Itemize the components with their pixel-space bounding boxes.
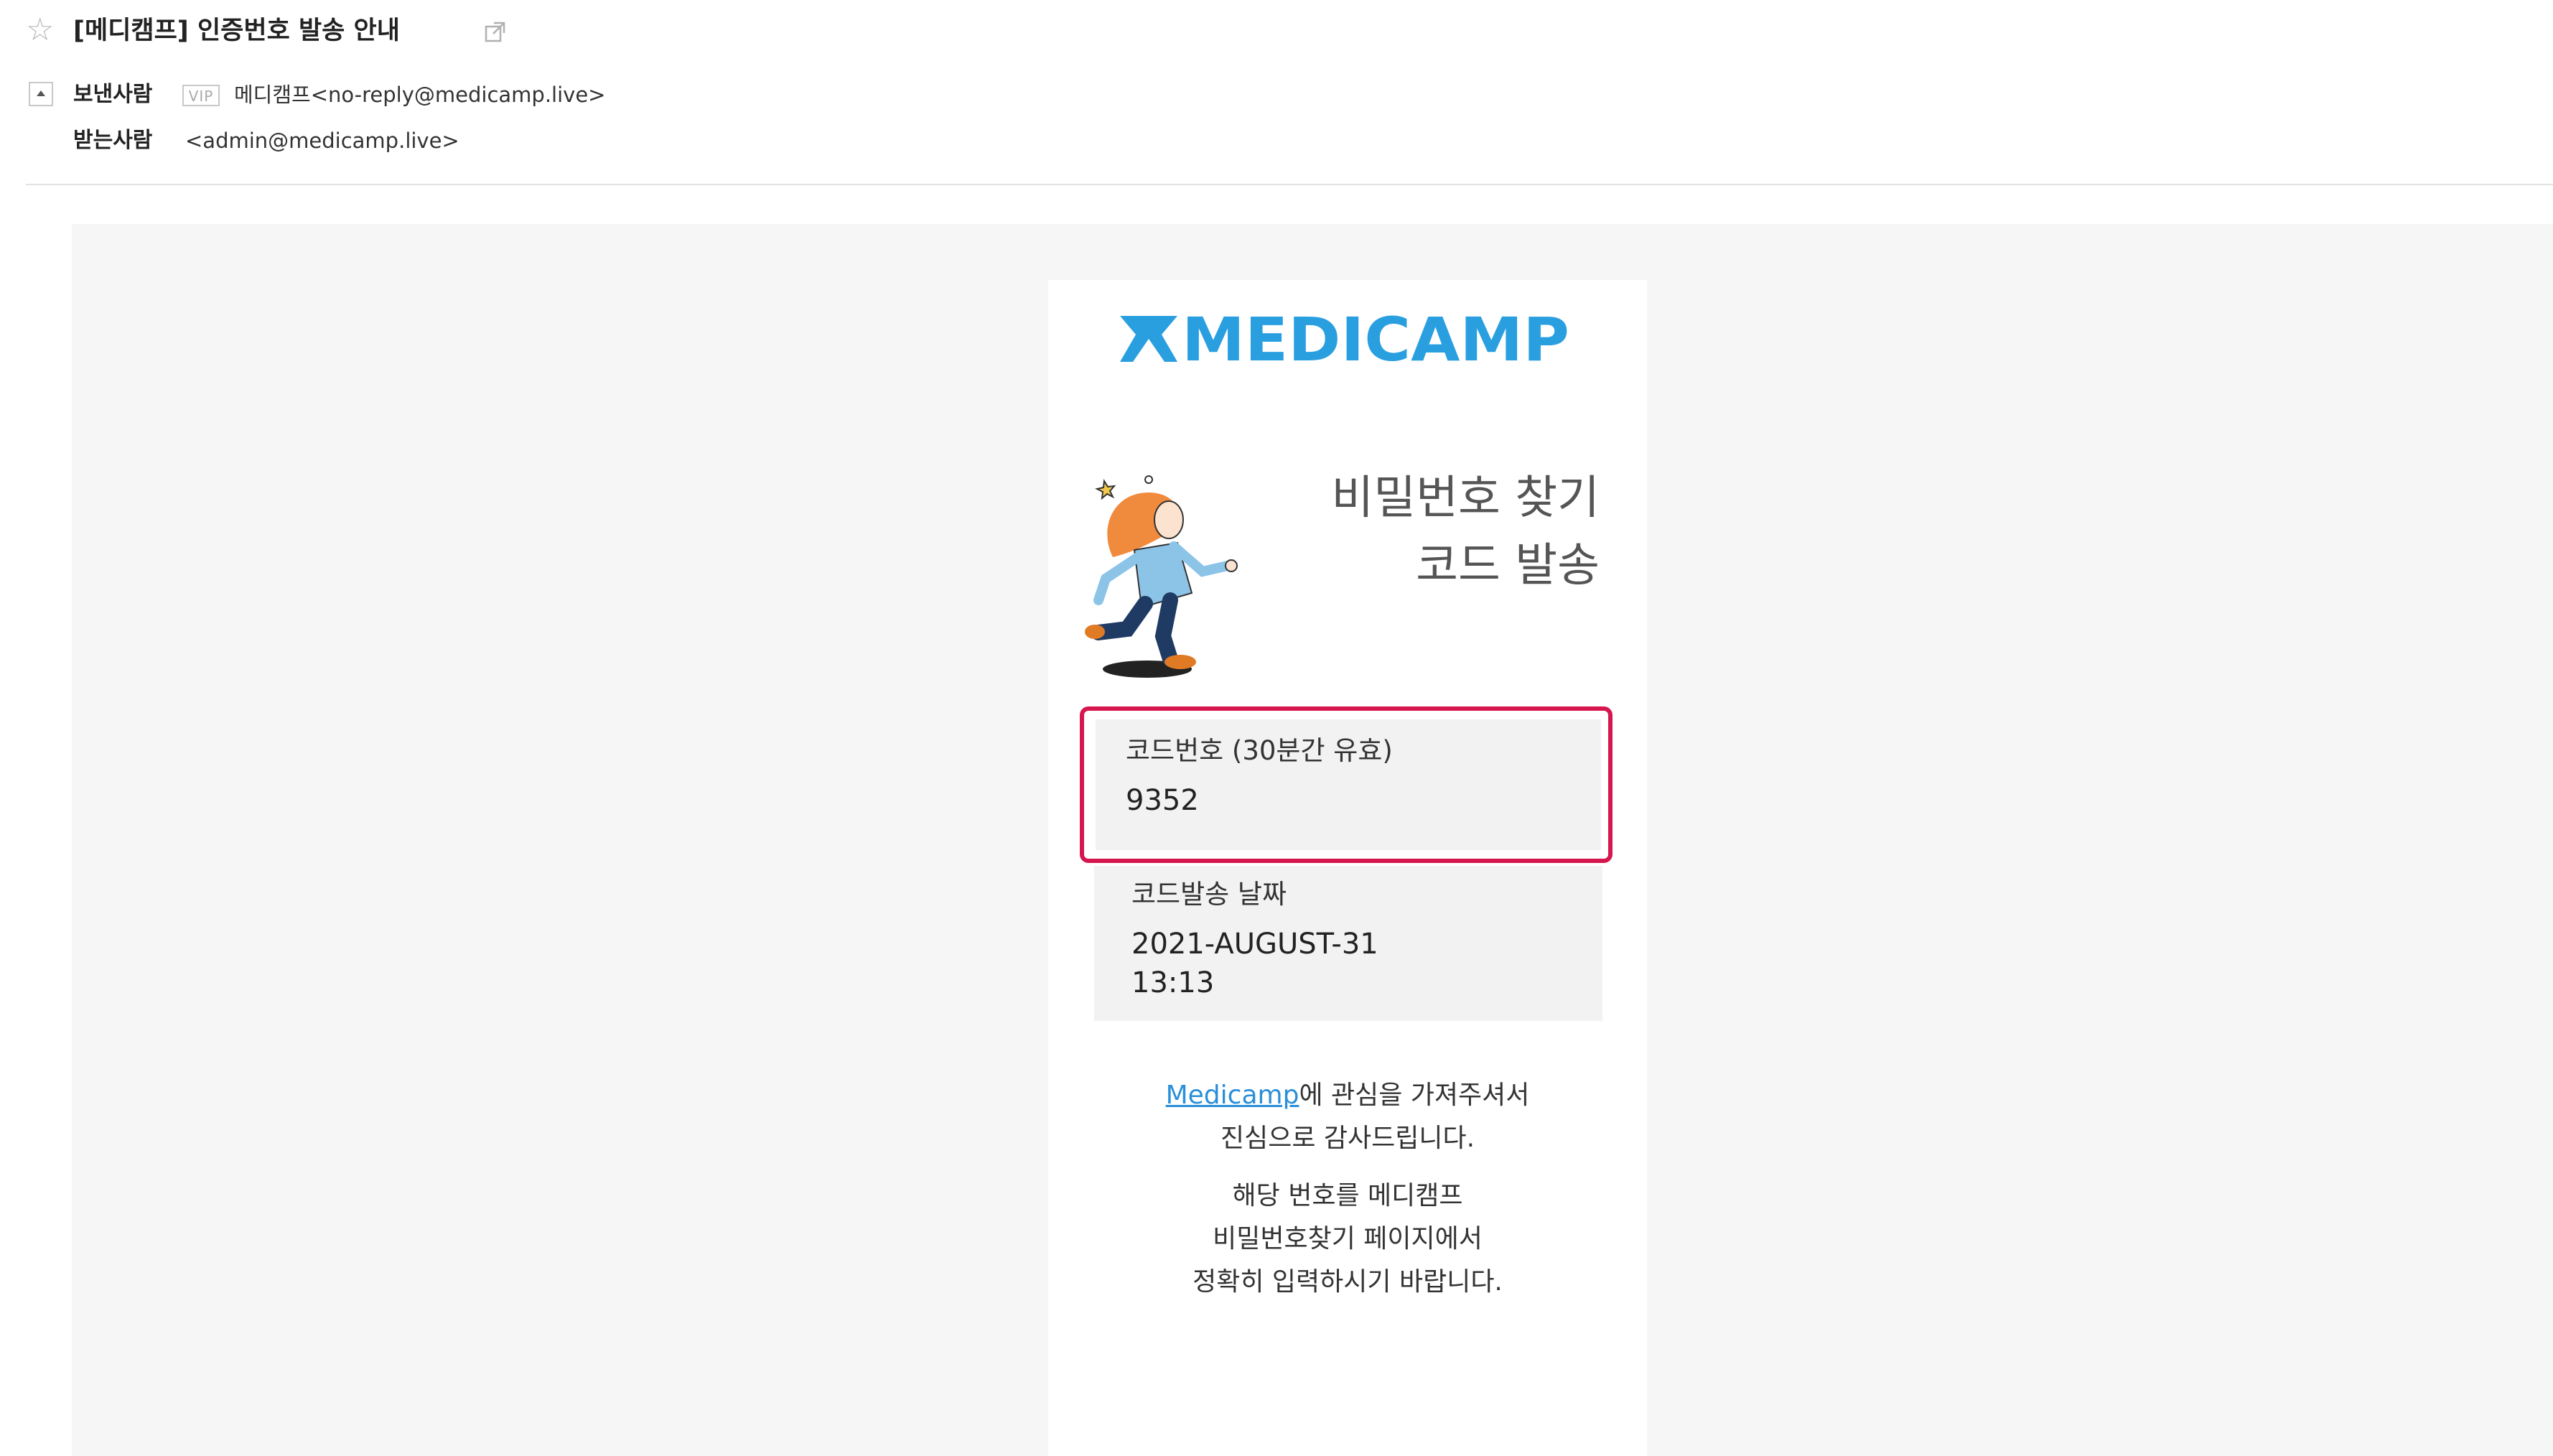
code-highlight-box: 코드번호 (30분간 유효) 9352: [1080, 706, 1612, 863]
date-value-line2: 13:13: [1131, 966, 1215, 999]
code-label: 코드번호 (30분간 유효): [1126, 735, 1393, 766]
header-divider: [26, 184, 2553, 185]
thanks-message: Medicamp에 관심을 가져주셔서 진심으로 감사드립니다.: [1048, 1074, 1647, 1160]
email-title-line1: 비밀번호 찾기: [1331, 472, 1600, 525]
medicamp-logo-icon: MEDICAMP: [1120, 310, 1569, 368]
date-label: 코드발송 날짜: [1131, 879, 1287, 910]
thanks-line1: Medicamp에 관심을 가져주셔서: [1048, 1074, 1647, 1117]
thanks-line2: 진심으로 감사드립니다.: [1220, 1124, 1475, 1153]
date-panel: 코드발송 날짜 2021-AUGUST-31 13:13: [1094, 866, 1602, 1021]
vip-badge: VIP: [182, 85, 220, 106]
thanks-line1-rest: 에 관심을 가져주셔서: [1299, 1081, 1530, 1110]
code-panel: 코드번호 (30분간 유효) 9352: [1096, 719, 1601, 850]
instruction-line3: 정확히 입력하시기 바랍니다.: [1193, 1267, 1503, 1297]
running-girl-illustration: [1085, 475, 1238, 678]
instruction-line2: 비밀번호찾기 페이지에서: [1213, 1224, 1483, 1254]
sender-label: 보낸사람: [73, 82, 153, 107]
logo-text: MEDICAMP: [1182, 310, 1569, 368]
date-value-line1: 2021-AUGUST-31: [1131, 928, 1378, 961]
medicamp-link[interactable]: Medicamp: [1166, 1081, 1299, 1110]
recipient-address[interactable]: <admin@medicamp.live>: [185, 125, 459, 157]
email-subject: [메디캠프] 인증번호 발송 안내: [73, 17, 400, 45]
code-value: 9352: [1126, 784, 1199, 817]
instruction-line1: 해당 번호를 메디캠프: [1232, 1181, 1463, 1210]
email-header: ☆ [메디캠프] 인증번호 발송 안내 보낸사람 VIP 메디캠프<no-rep…: [0, 0, 2553, 185]
instruction-message: 해당 번호를 메디캠프 비밀번호찾기 페이지에서 정확히 입력하시기 바랍니다.: [1048, 1175, 1647, 1304]
external-link-icon[interactable]: [484, 20, 507, 43]
star-icon[interactable]: ☆: [26, 14, 57, 46]
sender-address[interactable]: 메디캠프<no-reply@medicamp.live>: [234, 79, 605, 111]
email-title-line2: 코드 발송: [1416, 539, 1600, 592]
collapse-toggle-icon[interactable]: [29, 82, 53, 106]
recipient-label: 받는사람: [73, 128, 153, 153]
